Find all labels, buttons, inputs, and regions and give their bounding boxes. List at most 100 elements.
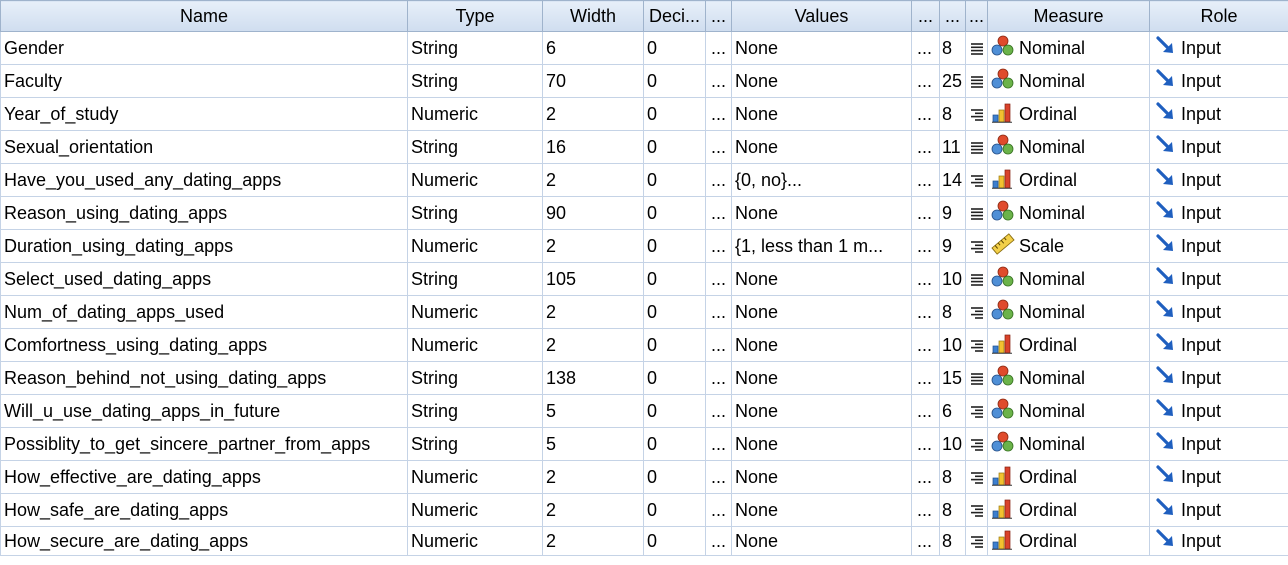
cell-missing[interactable]: ... (911, 460, 940, 494)
cell-width[interactable]: 2 (542, 328, 644, 362)
cell-width[interactable]: 5 (542, 427, 644, 461)
cell-type[interactable]: String (407, 361, 543, 395)
cell-values[interactable]: None (731, 526, 912, 556)
cell-label[interactable]: ... (705, 262, 732, 296)
cell-width[interactable]: 90 (542, 196, 644, 230)
cell-width[interactable]: 105 (542, 262, 644, 296)
cell-decimals[interactable]: 0 (643, 361, 706, 395)
cell-values[interactable]: {0, no}... (731, 163, 912, 197)
cell-measure[interactable]: Nominal (987, 130, 1150, 164)
column-header-values[interactable]: Values (731, 0, 912, 32)
cell-columns[interactable]: 8 (939, 295, 966, 329)
cell-decimals[interactable]: 0 (643, 493, 706, 527)
cell-role[interactable]: Input (1149, 97, 1288, 131)
cell-align[interactable] (965, 328, 988, 362)
cell-decimals[interactable]: 0 (643, 163, 706, 197)
cell-role[interactable]: Input (1149, 229, 1288, 263)
cell-values[interactable]: None (731, 97, 912, 131)
cell-align[interactable] (965, 31, 988, 65)
cell-width[interactable]: 2 (542, 97, 644, 131)
column-header-align[interactable]: ... (965, 0, 988, 32)
cell-name[interactable]: Will_u_use_dating_apps_in_future (0, 394, 408, 428)
cell-type[interactable]: String (407, 394, 543, 428)
column-header-name[interactable]: Name (0, 0, 408, 32)
table-row[interactable]: Faculty String 70 0... None... 25 Nominal Input (0, 64, 1288, 98)
cell-role[interactable]: Input (1149, 526, 1288, 556)
cell-align[interactable] (965, 97, 988, 131)
cell-measure[interactable]: Nominal (987, 262, 1150, 296)
cell-measure[interactable]: Nominal (987, 394, 1150, 428)
cell-align[interactable] (965, 262, 988, 296)
cell-decimals[interactable]: 0 (643, 460, 706, 494)
table-row[interactable]: Reason_behind_not_using_dating_apps Strin… (0, 361, 1288, 395)
cell-missing[interactable]: ... (911, 31, 940, 65)
cell-type[interactable]: Numeric (407, 229, 543, 263)
table-row[interactable]: Sexual_orientation String 16 0... None... 11 N… (0, 130, 1288, 164)
cell-missing[interactable]: ... (911, 229, 940, 263)
cell-role[interactable]: Input (1149, 31, 1288, 65)
cell-decimals[interactable]: 0 (643, 262, 706, 296)
cell-role[interactable]: Input (1149, 295, 1288, 329)
column-header-role[interactable]: Role (1149, 0, 1288, 32)
cell-role[interactable]: Input (1149, 130, 1288, 164)
cell-name[interactable]: Reason_using_dating_apps (0, 196, 408, 230)
cell-columns[interactable]: 8 (939, 97, 966, 131)
cell-width[interactable]: 6 (542, 31, 644, 65)
cell-type[interactable]: String (407, 196, 543, 230)
table-row[interactable]: Duration_using_dating_apps Numeric 2 0... {1… (0, 229, 1288, 263)
cell-measure[interactable]: Nominal (987, 361, 1150, 395)
cell-width[interactable]: 2 (542, 229, 644, 263)
cell-measure[interactable]: Nominal (987, 196, 1150, 230)
cell-type[interactable]: String (407, 262, 543, 296)
cell-columns[interactable]: 10 (939, 262, 966, 296)
cell-label[interactable]: ... (705, 229, 732, 263)
cell-values[interactable]: None (731, 328, 912, 362)
cell-type[interactable]: String (407, 427, 543, 461)
cell-label[interactable]: ... (705, 31, 732, 65)
cell-align[interactable] (965, 64, 988, 98)
cell-name[interactable]: Select_used_dating_apps (0, 262, 408, 296)
cell-values[interactable]: None (731, 31, 912, 65)
cell-measure[interactable]: Scale (987, 229, 1150, 263)
cell-missing[interactable]: ... (911, 526, 940, 556)
cell-name[interactable]: Year_of_study (0, 97, 408, 131)
cell-type[interactable]: String (407, 64, 543, 98)
cell-columns[interactable]: 9 (939, 229, 966, 263)
cell-label[interactable]: ... (705, 526, 732, 556)
cell-width[interactable]: 5 (542, 394, 644, 428)
table-row[interactable]: Possiblity_to_get_sincere_partner_from_a… (0, 427, 1288, 461)
cell-align[interactable] (965, 229, 988, 263)
cell-values[interactable]: None (731, 460, 912, 494)
cell-label[interactable]: ... (705, 295, 732, 329)
cell-columns[interactable]: 8 (939, 493, 966, 527)
cell-name[interactable]: How_effective_are_dating_apps (0, 460, 408, 494)
cell-name[interactable]: Num_of_dating_apps_used (0, 295, 408, 329)
cell-name[interactable]: Possiblity_to_get_sincere_partner_from_a… (0, 427, 408, 461)
cell-type[interactable]: String (407, 130, 543, 164)
cell-values[interactable]: None (731, 262, 912, 296)
cell-label[interactable]: ... (705, 394, 732, 428)
cell-label[interactable]: ... (705, 196, 732, 230)
cell-values[interactable]: None (731, 361, 912, 395)
cell-decimals[interactable]: 0 (643, 394, 706, 428)
cell-values[interactable]: None (731, 130, 912, 164)
cell-align[interactable] (965, 130, 988, 164)
cell-measure[interactable]: Ordinal (987, 328, 1150, 362)
cell-label[interactable]: ... (705, 64, 732, 98)
cell-role[interactable]: Input (1149, 493, 1288, 527)
cell-label[interactable]: ... (705, 427, 732, 461)
cell-type[interactable]: Numeric (407, 328, 543, 362)
cell-decimals[interactable]: 0 (643, 328, 706, 362)
cell-columns[interactable]: 11 (939, 130, 966, 164)
cell-align[interactable] (965, 394, 988, 428)
cell-missing[interactable]: ... (911, 64, 940, 98)
cell-role[interactable]: Input (1149, 394, 1288, 428)
cell-decimals[interactable]: 0 (643, 229, 706, 263)
cell-label[interactable]: ... (705, 361, 732, 395)
column-header-label[interactable]: ... (705, 0, 732, 32)
column-header-width[interactable]: Width (542, 0, 644, 32)
cell-missing[interactable]: ... (911, 394, 940, 428)
table-row[interactable]: How_effective_are_dating_apps Numeric 2 0..… (0, 460, 1288, 494)
cell-type[interactable]: Numeric (407, 526, 543, 556)
cell-values[interactable]: None (731, 394, 912, 428)
